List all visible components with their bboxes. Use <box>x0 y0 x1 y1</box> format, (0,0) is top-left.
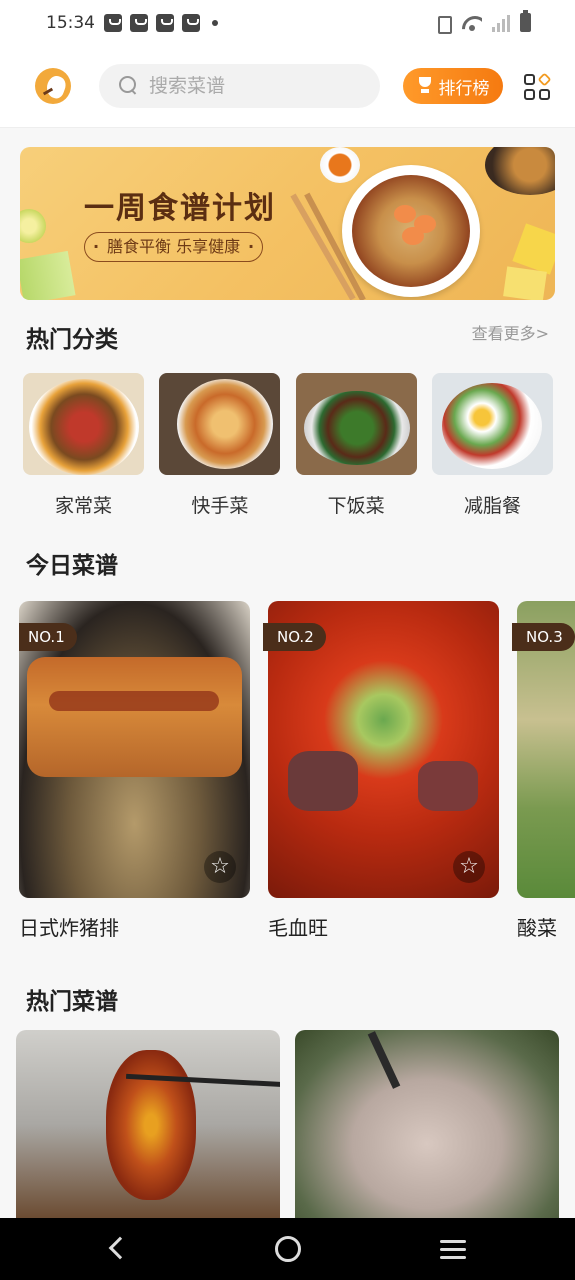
banner-title: 一周食谱计划 <box>84 191 276 226</box>
vibrate-icon <box>434 14 452 34</box>
category-item[interactable]: 快手菜 <box>159 373 281 518</box>
categories-grid-icon[interactable] <box>524 72 552 102</box>
notification-icons <box>104 14 218 32</box>
recipe-card[interactable]: NO.3 酸菜 <box>512 601 575 941</box>
shopping-bag-icon <box>130 14 148 32</box>
hot-recipe-card[interactable] <box>16 1030 280 1220</box>
category-list: 家常菜 快手菜 下饭菜 减脂餐 <box>23 373 553 518</box>
promo-banner[interactable]: 一周食谱计划 膳食平衡 乐享健康 <box>20 147 555 300</box>
hot-recipes-grid <box>16 1030 559 1220</box>
category-label: 下饭菜 <box>327 495 385 517</box>
more-notifications-dot <box>212 20 218 26</box>
hot-recipes-title: 热门菜谱 <box>26 989 118 1015</box>
rank-badge: NO.3 <box>512 623 575 651</box>
drink-image <box>20 250 76 300</box>
shopping-bag-icon <box>104 14 122 32</box>
category-image <box>23 373 144 475</box>
status-bar: 15:34 <box>0 0 575 48</box>
ranking-button[interactable]: 排行榜 <box>403 68 503 104</box>
trophy-icon <box>417 77 433 95</box>
hot-categories-title: 热门分类 <box>26 327 118 353</box>
recipe-card[interactable]: NO.1 ☆ 日式炸猪排 <box>19 601 250 941</box>
category-label: 家常菜 <box>54 495 112 517</box>
rank-badge: NO.1 <box>19 623 77 651</box>
app-logo-icon[interactable] <box>35 68 71 104</box>
today-recipes-title: 今日菜谱 <box>26 553 118 579</box>
see-more-link[interactable]: 查看更多> <box>472 320 549 344</box>
system-icons <box>434 10 531 34</box>
search-icon <box>119 76 139 96</box>
sauce-cup-image <box>320 147 360 183</box>
ranking-button-label: 排行榜 <box>438 78 490 99</box>
back-icon[interactable] <box>108 1236 132 1260</box>
favorite-star-icon[interactable]: ☆ <box>453 851 485 883</box>
side-dish-image <box>485 147 555 195</box>
category-image <box>159 373 281 475</box>
app-header: 排行榜 <box>0 48 575 128</box>
category-label: 减脂餐 <box>463 495 521 517</box>
battery-icon <box>520 10 531 32</box>
category-image <box>295 373 417 475</box>
signal-icon <box>492 14 510 32</box>
system-nav-bar <box>0 1218 575 1280</box>
recipe-name: 酸菜 <box>517 916 557 940</box>
category-label: 快手菜 <box>191 495 249 517</box>
search-bar[interactable] <box>99 64 380 108</box>
menu-icon[interactable] <box>440 1240 466 1259</box>
search-input[interactable] <box>149 75 349 97</box>
today-recipes-carousel[interactable]: NO.1 ☆ 日式炸猪排 NO.2 ☆ 毛血旺 NO.3 酸菜 <box>19 601 575 951</box>
recipe-card[interactable]: NO.2 ☆ 毛血旺 <box>263 601 499 941</box>
recipe-name: 日式炸猪排 <box>19 916 119 940</box>
category-image <box>431 373 553 475</box>
noodle-bowl-image <box>342 165 480 297</box>
cheese-image <box>512 223 555 275</box>
home-icon[interactable] <box>275 1236 301 1262</box>
recipe-name: 毛血旺 <box>268 916 328 940</box>
category-item[interactable]: 家常菜 <box>23 373 144 518</box>
recipe-image <box>106 1050 196 1200</box>
chopsticks-image <box>367 1031 401 1089</box>
wifi-icon <box>462 14 482 32</box>
status-time: 15:34 <box>46 13 95 33</box>
banner-subtitle: 膳食平衡 乐享健康 <box>84 232 264 262</box>
lemon-image <box>20 209 46 243</box>
shopping-bag-icon <box>156 14 174 32</box>
rank-badge: NO.2 <box>263 623 326 651</box>
category-item[interactable]: 下饭菜 <box>295 373 417 518</box>
shopping-bag-icon <box>182 14 200 32</box>
category-item[interactable]: 减脂餐 <box>431 373 553 518</box>
favorite-star-icon[interactable]: ☆ <box>204 851 236 883</box>
hot-recipe-card[interactable] <box>295 1030 559 1220</box>
